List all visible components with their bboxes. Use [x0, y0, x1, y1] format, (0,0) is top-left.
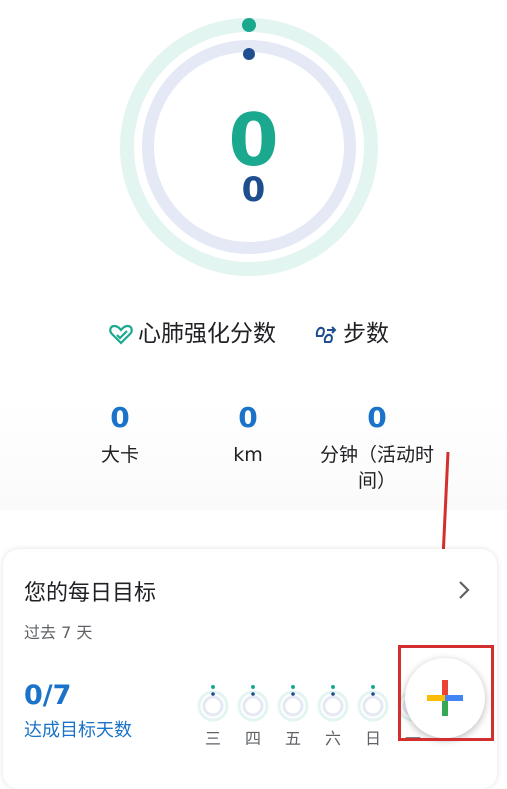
calories-label: 大卡: [100, 444, 139, 466]
day-label: 四: [244, 729, 261, 748]
distance-value: 0: [238, 401, 258, 434]
day-ring-icon: [197, 685, 229, 722]
footsteps-icon: [315, 326, 337, 343]
goals-achieved-count: 0/7: [24, 680, 72, 711]
move-minutes-label: 分钟（活动时间）: [319, 444, 434, 492]
day-label: 日: [364, 729, 381, 748]
day-ring-icon: [357, 685, 389, 722]
day-ring-icon: [277, 685, 309, 722]
calories-stat: 0 大卡: [55, 400, 185, 468]
day-ring: 六: [315, 684, 351, 750]
steps-ring-dot: [243, 48, 255, 60]
legend-steps-label: 步数: [343, 321, 389, 347]
day-ring-icon: [237, 685, 269, 722]
day-label: 三: [204, 729, 221, 748]
ring-legend: 心肺强化分数 步数: [0, 316, 507, 352]
steps-value: 0: [241, 170, 266, 210]
heart-points-value: 0: [228, 98, 279, 182]
daily-goals-period: 过去 7 天: [24, 623, 93, 642]
day-ring: 三: [195, 684, 231, 750]
distance-stat: 0 km: [183, 400, 313, 468]
weekday-goal-rings: 三 四 五 六 日 一: [193, 684, 433, 754]
goals-achieved-label: 达成目标天数: [24, 720, 132, 741]
day-label: 六: [324, 729, 341, 748]
heart-points-ring-dot: [242, 18, 256, 32]
legend-heart-points-label: 心肺强化分数: [138, 321, 276, 347]
calories-value: 0: [110, 401, 130, 434]
day-ring: 五: [275, 684, 311, 750]
day-ring-icon: [317, 685, 349, 722]
heart-icon: [109, 324, 133, 345]
day-label: 五: [284, 729, 301, 748]
chevron-right-icon[interactable]: [455, 577, 473, 603]
move-minutes-value: 0: [367, 401, 387, 434]
legend-heart-points: 心肺强化分数: [108, 316, 276, 352]
day-ring: 四: [235, 684, 271, 750]
distance-label: km: [233, 444, 263, 466]
legend-steps: 步数: [313, 316, 389, 352]
move-minutes-stat: 0 分钟（活动时间）: [312, 400, 442, 494]
activity-rings[interactable]: 0 0: [0, 0, 507, 300]
annotation-highlight-box: [398, 645, 494, 741]
daily-goals-title: 您的每日目标: [24, 581, 157, 606]
day-ring: 日: [355, 684, 391, 750]
